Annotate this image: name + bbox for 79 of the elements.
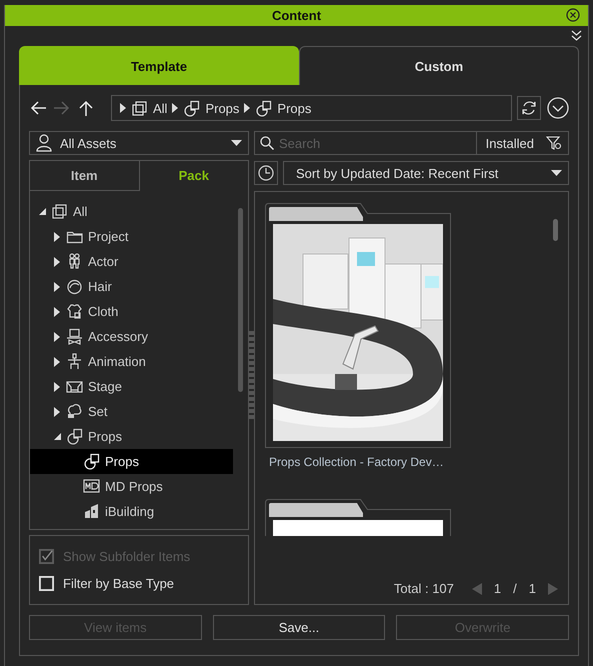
footer-button[interactable]: Save... <box>212 615 386 640</box>
props-icon <box>66 428 83 445</box>
tree-item[interactable]: Accessory <box>30 324 233 349</box>
expanded-caret-icon[interactable] <box>38 208 46 215</box>
props-icon <box>83 453 100 470</box>
head-icon <box>66 278 83 295</box>
stacked-squares-icon <box>51 203 68 220</box>
search-icon <box>260 136 274 150</box>
expanded-caret-icon[interactable] <box>54 433 60 440</box>
asset-filter-dropdown[interactable]: All Assets <box>29 131 249 155</box>
props-icon <box>183 100 200 116</box>
shirt-icon <box>66 303 83 320</box>
close-icon[interactable] <box>566 8 580 22</box>
breadcrumb-bar[interactable]: All Props Props <box>111 95 512 121</box>
tree-item[interactable]: Set <box>30 399 233 424</box>
stacked-squares-icon <box>131 100 148 116</box>
caret-icon <box>120 103 126 113</box>
collapsed-caret-icon[interactable] <box>54 356 60 366</box>
caret-icon <box>231 140 242 146</box>
tree-item[interactable]: Props <box>30 449 233 474</box>
tree-item[interactable]: Props <box>30 424 233 449</box>
tree-item[interactable]: Stage <box>30 374 233 399</box>
pack-title[interactable]: Props Collection - Factory Dev… <box>265 455 451 469</box>
tree-item[interactable]: Hair <box>30 274 233 299</box>
scrollbar-thumb[interactable] <box>553 219 558 241</box>
caret-icon <box>551 170 562 176</box>
breadcrumb-item[interactable]: Props <box>277 100 312 116</box>
clock-icon <box>258 165 274 181</box>
props-icon <box>255 100 272 116</box>
page-separator: / <box>513 581 517 596</box>
view-tab[interactable]: Item <box>30 161 140 191</box>
pack-thumbnail-frame[interactable] <box>265 516 451 536</box>
tab[interactable]: Template <box>19 46 299 85</box>
refresh-button[interactable] <box>517 96 541 120</box>
collapsed-caret-icon[interactable] <box>54 282 60 292</box>
collapsed-caret-icon[interactable] <box>54 232 60 242</box>
collapsed-caret-icon[interactable] <box>54 332 60 342</box>
moving-figure-icon <box>66 353 83 370</box>
splitter-handle[interactable] <box>249 331 254 421</box>
breadcrumb-item[interactable]: All <box>153 100 168 116</box>
tree-icon <box>66 403 83 420</box>
caret-icon <box>244 103 250 113</box>
tree-item[interactable]: iBuilding <box>30 499 233 524</box>
sort-dropdown[interactable]: Sort by Updated Date: Recent First <box>283 161 569 185</box>
back-arrow-icon[interactable] <box>29 99 47 117</box>
view-tab[interactable]: Pack <box>140 161 248 191</box>
collapsed-caret-icon[interactable] <box>54 382 60 392</box>
folder-tab-icon <box>265 203 451 221</box>
window-title: Content <box>272 8 322 23</box>
up-arrow-icon[interactable] <box>77 99 95 117</box>
breadcrumb-item[interactable]: Props <box>205 100 240 116</box>
tree-item[interactable]: Animation <box>30 349 233 374</box>
tree-item[interactable]: Cloth <box>30 299 233 324</box>
collapse-icon[interactable] <box>571 30 582 42</box>
caret-icon <box>172 103 178 113</box>
installed-filter-button[interactable]: Installed <box>476 131 569 155</box>
page-number: 1 <box>494 581 502 596</box>
tree-item[interactable]: Project <box>30 224 233 249</box>
search-field[interactable]: Search <box>254 131 477 155</box>
tree-item[interactable]: Actor <box>30 249 233 274</box>
page-count: 1 <box>528 581 536 596</box>
history-button[interactable] <box>254 161 278 185</box>
filter-icon <box>546 136 562 150</box>
collapsed-caret-icon[interactable] <box>54 306 60 316</box>
collapsed-caret-icon[interactable] <box>54 406 60 416</box>
tree-item[interactable]: MD Props <box>30 474 233 499</box>
user-icon <box>36 134 52 152</box>
tree-item[interactable]: All <box>30 199 233 224</box>
total-count: Total : 107 <box>394 581 454 596</box>
collapsed-caret-icon[interactable] <box>54 256 60 266</box>
checkbox-label: Filter by Base Type <box>63 576 174 591</box>
hat-icon <box>66 328 83 345</box>
scrollbar-thumb[interactable] <box>238 208 243 392</box>
dropdown-circle-icon[interactable] <box>547 97 569 119</box>
refresh-icon <box>520 99 538 117</box>
building-icon <box>83 503 100 520</box>
folder-tab-icon <box>265 499 451 517</box>
tab[interactable]: Custom <box>299 46 579 85</box>
md-icon <box>83 478 100 495</box>
